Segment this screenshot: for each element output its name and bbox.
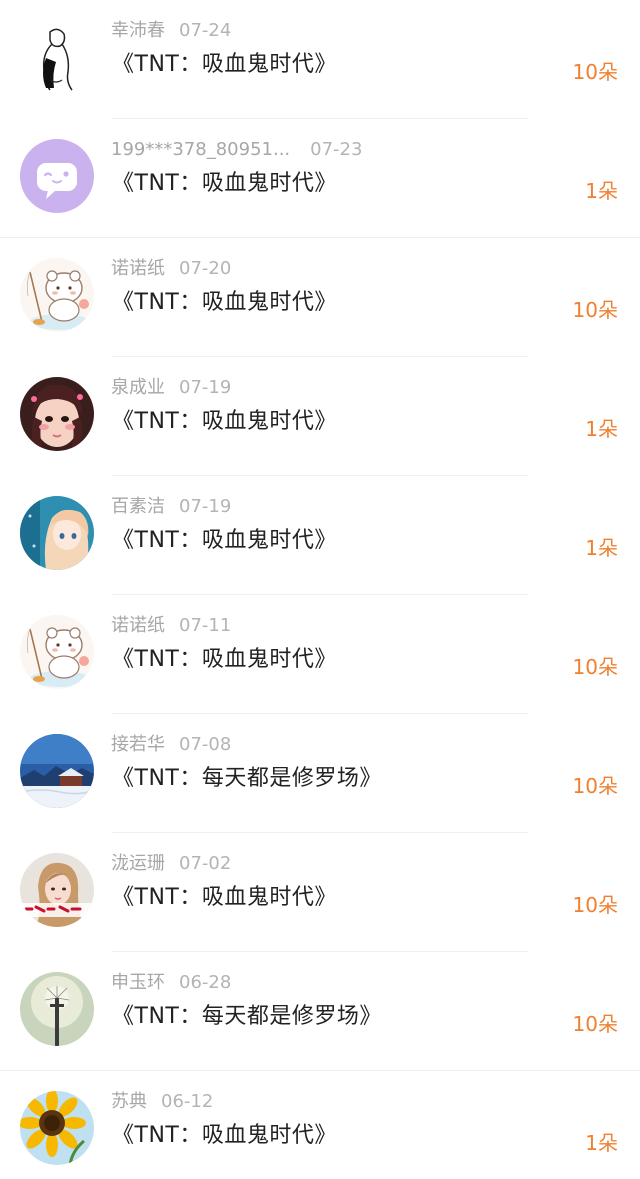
send-date: 06-12 (161, 1091, 214, 1112)
book-title: 《TNT：吸血鬼时代》 (112, 647, 337, 672)
send-date: 07-11 (179, 615, 232, 636)
book-title: 《TNT：吸血鬼时代》 (112, 409, 337, 434)
gift-amount: 10朵 (572, 298, 618, 322)
sender-name: 百素洁 (111, 496, 165, 517)
cartoon-bear-avatar[interactable] (20, 615, 94, 689)
anime-girl-avatar[interactable] (20, 496, 94, 570)
list-item[interactable]: 苏典 06-12 《TNT：吸血鬼时代》 1朵 (0, 1071, 640, 1179)
gift-amount: 1朵 (585, 179, 618, 203)
gift-amount: 1朵 (585, 1131, 618, 1155)
book-title: 《TNT：每天都是修罗场》 (112, 766, 382, 791)
send-date: 07-19 (179, 496, 232, 517)
sender-name: 泷运珊 (111, 853, 165, 874)
woman-photo-avatar[interactable] (20, 853, 94, 927)
sender-name: 接若华 (111, 734, 165, 755)
snow-landscape-avatar[interactable] (20, 734, 94, 808)
book-title: 《TNT：吸血鬼时代》 (112, 52, 337, 77)
sender-name: 诺诺纸 (111, 258, 165, 279)
list-item[interactable]: 接若华 07-08 《TNT：每天都是修罗场》 10朵 (0, 714, 640, 833)
send-date: 07-24 (179, 20, 232, 41)
gift-amount: 1朵 (585, 536, 618, 560)
book-title: 《TNT：吸血鬼时代》 (112, 1123, 337, 1148)
gift-amount: 1朵 (585, 417, 618, 441)
sketch-figure-avatar[interactable] (20, 20, 94, 94)
list-item[interactable]: 诺诺纸 07-20 《TNT：吸血鬼时代》 10朵 (0, 238, 640, 357)
sender-name: 苏典 (111, 1091, 147, 1112)
list-item[interactable]: 申玉环 06-28 《TNT：每天都是修罗场》 10朵 (0, 952, 640, 1071)
list-item[interactable]: 诺诺纸 07-11 《TNT：吸血鬼时代》 10朵 (0, 595, 640, 714)
send-date: 07-08 (179, 734, 232, 755)
gift-amount: 10朵 (572, 893, 618, 917)
gift-amount: 10朵 (572, 655, 618, 679)
cartoon-bear-avatar[interactable] (20, 258, 94, 332)
gift-amount: 10朵 (572, 60, 618, 84)
send-date: 07-19 (179, 377, 232, 398)
girl-photo-avatar[interactable] (20, 377, 94, 451)
sender-name: 幸沛春 (111, 20, 165, 41)
gift-record-list: 幸沛春 07-24 《TNT：吸血鬼时代》 10朵 199***378_80951… (0, 0, 640, 1179)
gift-amount: 10朵 (572, 774, 618, 798)
list-item[interactable]: 幸沛春 07-24 《TNT：吸血鬼时代》 10朵 (0, 0, 640, 119)
sender-name: 申玉环 (111, 972, 165, 993)
send-date: 06-28 (179, 972, 232, 993)
book-title: 《TNT：吸血鬼时代》 (112, 528, 337, 553)
list-item[interactable]: 199***378_80951... 07-23 《TNT：吸血鬼时代》 1朵 (0, 119, 640, 238)
list-item[interactable]: 百素洁 07-19 《TNT：吸血鬼时代》 1朵 (0, 476, 640, 595)
sender-name: 诺诺纸 (111, 615, 165, 636)
gift-amount: 10朵 (572, 1012, 618, 1036)
sunflower-avatar[interactable] (20, 1091, 94, 1165)
sender-name: 199***378_80951... (111, 139, 291, 160)
book-title: 《TNT：吸血鬼时代》 (112, 171, 337, 196)
book-title: 《TNT：吸血鬼时代》 (112, 290, 337, 315)
dandelion-avatar[interactable] (20, 972, 94, 1046)
sender-name: 泉成业 (111, 377, 165, 398)
list-item[interactable]: 泷运珊 07-02 《TNT：吸血鬼时代》 10朵 (0, 833, 640, 952)
send-date: 07-02 (179, 853, 232, 874)
book-title: 《TNT：吸血鬼时代》 (112, 885, 337, 910)
send-date: 07-23 (310, 139, 363, 160)
send-date: 07-20 (179, 258, 232, 279)
chat-bubble-avatar[interactable] (20, 139, 94, 213)
book-title: 《TNT：每天都是修罗场》 (112, 1004, 382, 1029)
list-item[interactable]: 泉成业 07-19 《TNT：吸血鬼时代》 1朵 (0, 357, 640, 476)
